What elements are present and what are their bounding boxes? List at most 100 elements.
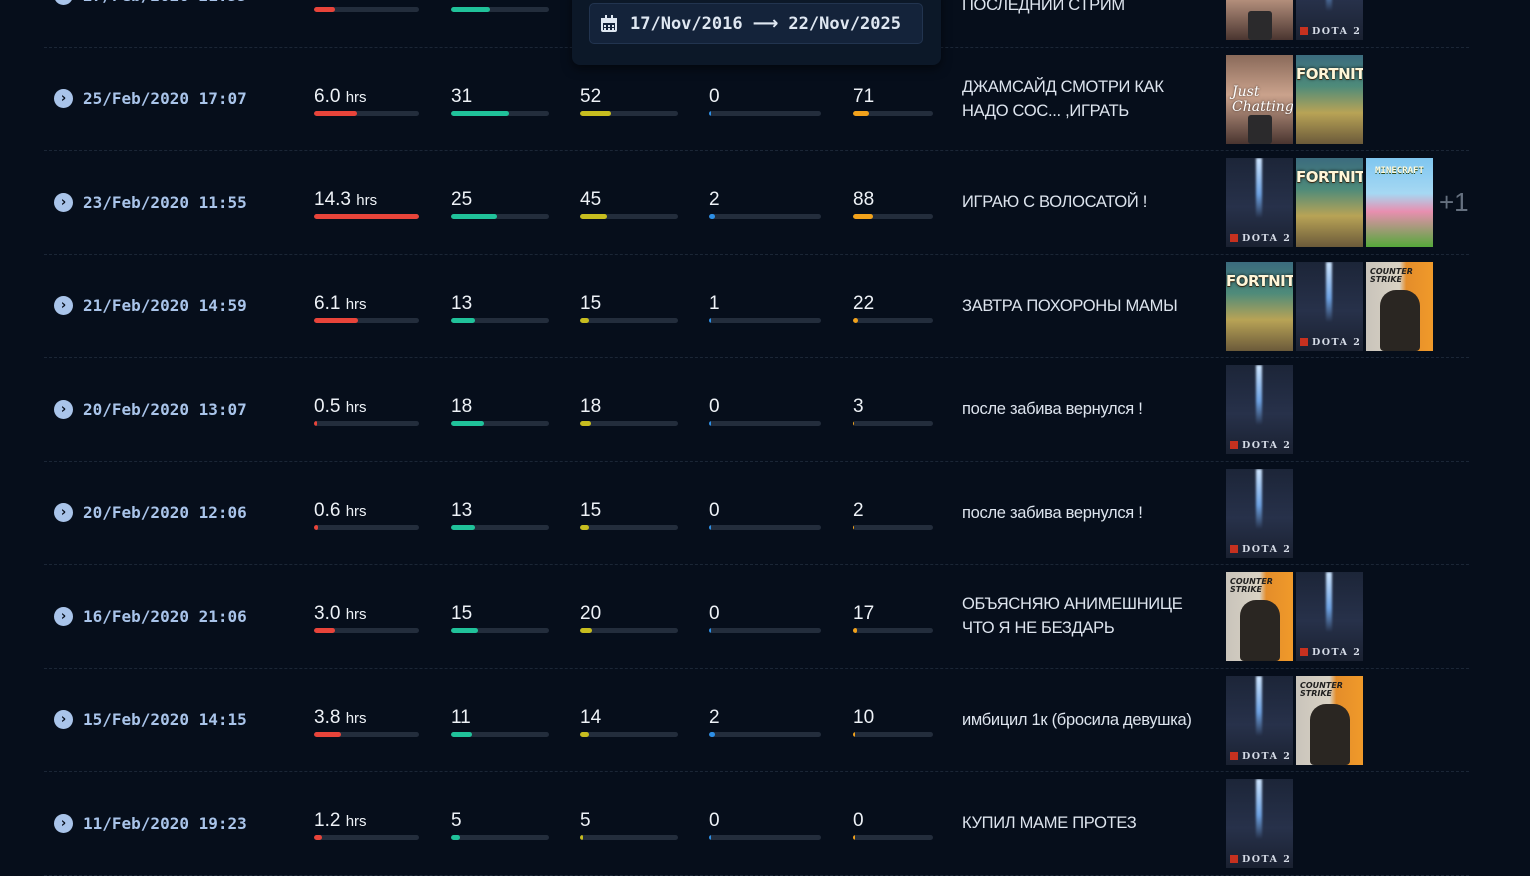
stat-value: 1.2 [314, 810, 341, 831]
progress-fill [451, 835, 460, 840]
chevron-right-icon[interactable]: › [54, 813, 73, 833]
progress-fill [709, 421, 712, 426]
game-label: MINECRAFT [1375, 166, 1424, 176]
more-games-count[interactable]: +1 [1439, 187, 1469, 218]
table-row[interactable]: › 20/Feb/2020 13:07 0.5 hrs 18 18 0 3 после заб… [44, 358, 1469, 462]
table-row[interactable]: › 23/Feb/2020 11:55 14.3 hrs 25 45 2 88 ИГРАЮ С… [44, 151, 1469, 255]
chevron-right-icon[interactable]: › [54, 0, 73, 5]
progress-bar [580, 835, 678, 840]
stream-title: ДЖАМСАЙД СМОТРИ КАК НАДО СОС... ,ИГРАТЬ [962, 77, 1164, 120]
minecraft-cover-icon[interactable]: MINECRAFT [1366, 158, 1433, 247]
table-row[interactable]: › 15/Feb/2020 14:15 3.8 hrs 11 14 2 10 имбицил … [44, 669, 1469, 772]
progress-bar [853, 421, 933, 426]
progress-fill [451, 731, 472, 737]
stat-value: 15 [580, 292, 602, 314]
progress-fill [451, 110, 509, 116]
game-list: Just ChattingFORTNITE [1226, 54, 1363, 144]
stream-date[interactable]: › 23/Feb/2020 11:55 [54, 151, 247, 254]
stat-value: 2 [709, 189, 720, 210]
counter-strike-cover-icon[interactable]: COUNTER STRIKE [1226, 572, 1293, 661]
progress-bar [451, 214, 549, 219]
game-label: DOTA 2 [1300, 337, 1361, 348]
progress-fill [451, 317, 475, 323]
progress-fill [853, 835, 855, 840]
game-label: COUNTER STRIKE [1230, 577, 1273, 594]
progress-fill [580, 214, 608, 219]
chatting-cover-icon[interactable] [1226, 0, 1293, 40]
progress-bar [314, 628, 419, 633]
game-label: Just Chatting [1232, 83, 1293, 115]
chevron-right-icon[interactable]: › [54, 296, 73, 316]
stream-date[interactable]: › 16/Feb/2020 21:06 [54, 565, 247, 668]
dota2-cover-icon[interactable]: DOTA 2 [1226, 468, 1293, 558]
progress-fill [580, 317, 589, 323]
progress-bar [709, 110, 821, 116]
table-row[interactable]: › 11/Feb/2020 19:23 1.2 hrs 5 5 0 0 КУПИЛ МАМЕ … [44, 772, 1469, 876]
hours-unit: hrs [345, 606, 367, 623]
date-range-picker[interactable]: 17/Nov/2016 ⟶ 22/Nov/2025 [589, 3, 923, 44]
progress-bar [314, 7, 419, 12]
stream-date[interactable]: › 25/Feb/2020 17:07 [54, 48, 247, 151]
progress-bar [853, 524, 933, 530]
fortnite-cover-icon[interactable]: FORTNITE [1296, 158, 1363, 247]
dota2-cover-icon[interactable]: DOTA 2 [1296, 572, 1363, 661]
progress-bar [709, 731, 821, 737]
progress-fill [451, 7, 491, 12]
progress-bar [580, 524, 678, 530]
table-row[interactable]: › 16/Feb/2020 21:06 3.0 hrs 15 20 0 17 ОБЪЯСНЯЮ… [44, 565, 1469, 669]
fortnite-cover-icon[interactable]: FORTNITE [1296, 54, 1363, 144]
stat-value: 17 [853, 603, 875, 624]
progress-bar [580, 731, 678, 737]
progress-fill [580, 524, 589, 530]
progress-bar [580, 317, 678, 323]
table-row[interactable]: › 21/Feb/2020 14:59 6.1 hrs 13 15 1 22 ЗАВТРА П… [44, 255, 1469, 358]
stat-value: 11 [451, 706, 471, 728]
progress-fill [709, 214, 715, 219]
chevron-right-icon[interactable]: › [54, 89, 73, 109]
progress-fill [314, 835, 323, 840]
stat-value: 0 [709, 810, 720, 831]
hours-unit: hrs [345, 88, 367, 106]
dota2-cover-icon[interactable]: DOTA 2 [1296, 261, 1363, 351]
stat-value: 5 [580, 810, 591, 831]
table-row[interactable]: › 20/Feb/2020 12:06 0.6 hrs 13 15 0 2 после заб… [44, 462, 1469, 565]
hours-unit: hrs [345, 709, 367, 727]
stream-date-text: 11/Feb/2020 19:23 [83, 813, 247, 833]
progress-bar [709, 421, 821, 426]
stream-date[interactable]: › 15/Feb/2020 14:15 [54, 669, 247, 772]
progress-bar [580, 110, 678, 116]
stream-date[interactable]: › 11/Feb/2020 19:23 [54, 772, 247, 875]
progress-bar [451, 110, 549, 116]
progress-fill [709, 317, 712, 323]
stream-title: имбицил 1к (бросила девушка) [962, 710, 1192, 729]
chevron-right-icon[interactable]: › [54, 192, 73, 212]
stream-date[interactable]: › 20/Feb/2020 13:07 [54, 358, 247, 461]
stat-value: 31 [451, 85, 473, 107]
stat-value: 0 [853, 810, 864, 831]
hours-unit: hrs [345, 399, 367, 416]
progress-fill [853, 214, 873, 219]
progress-bar [853, 835, 933, 840]
stat-value: 0.5 [314, 396, 341, 417]
progress-bar [451, 421, 549, 426]
stream-date[interactable]: › 21/Feb/2020 14:59 [54, 255, 247, 358]
chevron-right-icon[interactable]: › [54, 710, 73, 730]
counter-strike-cover-icon[interactable]: COUNTER STRIKE [1366, 261, 1433, 351]
stream-date[interactable]: › 20/Feb/2020 12:06 [54, 462, 247, 565]
dota2-cover-icon[interactable]: DOTA 2 [1226, 158, 1293, 247]
stat-value: 0 [709, 499, 720, 521]
dota2-cover-icon[interactable]: DOTA 2 [1226, 675, 1293, 765]
dota2-cover-icon[interactable]: DOTA 2 [1226, 779, 1293, 868]
counter-strike-cover-icon[interactable]: COUNTER STRIKE [1296, 675, 1363, 765]
stream-date[interactable]: › 27/Feb/2020 21:55 [54, 0, 247, 47]
dota2-cover-icon[interactable]: DOTA 2 [1296, 0, 1363, 40]
just-chatting-cover-icon[interactable]: Just Chatting [1226, 54, 1293, 144]
chevron-right-icon[interactable]: › [54, 503, 73, 523]
chevron-right-icon[interactable]: › [54, 606, 73, 626]
fortnite-cover-icon[interactable]: FORTNITE [1226, 261, 1293, 351]
chevron-right-icon[interactable]: › [54, 399, 73, 419]
progress-bar [314, 110, 419, 116]
game-list: DOTA 2 [1226, 779, 1293, 868]
progress-fill [314, 421, 318, 426]
dota2-cover-icon[interactable]: DOTA 2 [1226, 365, 1293, 454]
